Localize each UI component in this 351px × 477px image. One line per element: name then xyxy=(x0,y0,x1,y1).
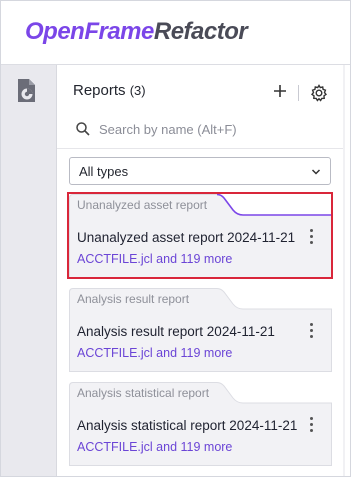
brand-logo: OpenFrameRefactor xyxy=(25,18,248,46)
card-report-name: Analysis statistical report 2024-11-21 xyxy=(77,418,298,433)
card-files-link[interactable]: ACCTFILE.jcl and 119 more xyxy=(77,440,232,454)
more-vertical-icon xyxy=(310,417,313,420)
chevron-down-icon xyxy=(311,169,321,175)
search-icon xyxy=(76,122,90,136)
report-count: (3) xyxy=(129,83,146,98)
type-filter-select[interactable]: All types xyxy=(69,157,331,185)
add-report-button[interactable] xyxy=(270,81,290,101)
panel-title-text: Reports xyxy=(73,82,126,99)
reports-panel: Reports (3) All types xyxy=(57,65,344,476)
report-card-unanalyzed[interactable]: Unanalyzed asset report Unanalyzed asset… xyxy=(69,194,332,278)
card-report-name: Analysis result report 2024-11-21 xyxy=(77,324,275,339)
card-type-tag: Analysis statistical report xyxy=(77,386,210,400)
brand-name-part1: OpenFrame xyxy=(25,18,154,45)
more-vertical-icon xyxy=(310,229,313,232)
plus-icon xyxy=(274,85,286,97)
more-options-button[interactable] xyxy=(307,322,317,340)
gear-icon xyxy=(310,84,328,102)
card-files-link[interactable]: ACCTFILE.jcl and 119 more xyxy=(77,252,232,266)
report-card-analysis-statistical[interactable]: Analysis statistical report Analysis sta… xyxy=(69,382,332,466)
left-icon-rail xyxy=(1,65,57,476)
app-header: OpenFrameRefactor xyxy=(1,1,350,65)
panel-scrollbar[interactable] xyxy=(343,65,345,476)
more-options-button[interactable] xyxy=(307,228,317,246)
panel-title: Reports (3) xyxy=(73,82,146,99)
brand-name-part2: Refactor xyxy=(153,18,248,45)
type-filter-value: All types xyxy=(79,164,129,179)
search-divider xyxy=(57,148,344,149)
more-vertical-icon xyxy=(310,323,313,326)
card-files-link[interactable]: ACCTFILE.jcl and 119 more xyxy=(77,346,232,360)
report-card-analysis-result[interactable]: Analysis result report Analysis result r… xyxy=(69,288,332,372)
more-options-button[interactable] xyxy=(307,416,317,434)
search-input[interactable] xyxy=(99,118,329,140)
toolbar-divider xyxy=(298,85,299,101)
report-document-icon[interactable] xyxy=(15,78,39,104)
card-type-tag: Analysis result report xyxy=(77,292,190,306)
search-box xyxy=(73,118,333,140)
card-report-name: Unanalyzed asset report 2024-11-21 xyxy=(77,230,296,245)
card-type-tag: Unanalyzed asset report xyxy=(77,198,208,212)
settings-button[interactable] xyxy=(309,83,329,103)
